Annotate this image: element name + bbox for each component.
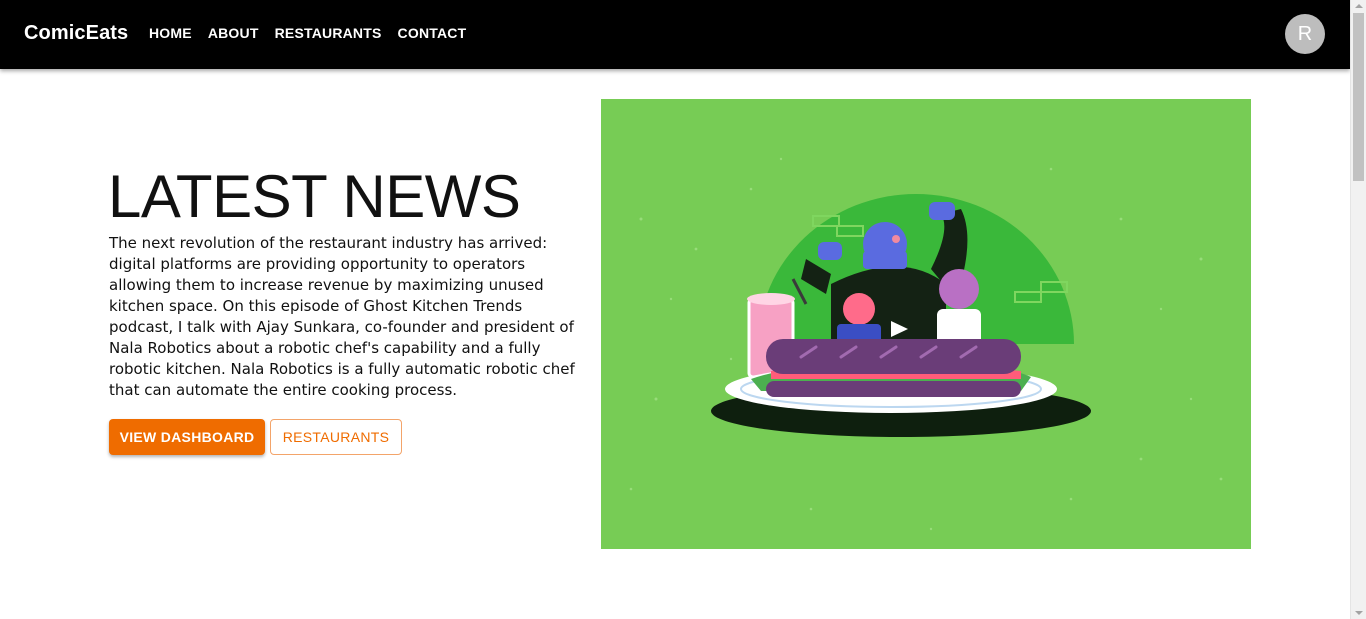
scroll-thumb[interactable] — [1353, 13, 1364, 181]
hero-illustration — [601, 99, 1251, 549]
view-dashboard-button[interactable]: VIEW DASHBOARD — [109, 419, 265, 455]
scroll-down-arrow-icon[interactable] — [1355, 611, 1363, 615]
nav-link-restaurants[interactable]: RESTAURANTS — [275, 25, 382, 41]
article-summary: The next revolution of the restaurant in… — [109, 234, 575, 399]
nav-link-home[interactable]: HOME — [149, 25, 192, 41]
nav-link-contact[interactable]: CONTACT — [398, 25, 467, 41]
main-nav: HOME ABOUT RESTAURANTS CONTACT — [149, 25, 482, 41]
scroll-up-arrow-icon[interactable] — [1355, 4, 1363, 8]
restaurants-button[interactable]: RESTAURANTS — [270, 419, 402, 455]
page-title: LATEST NEWS — [108, 163, 521, 230]
user-avatar[interactable]: R — [1285, 14, 1325, 54]
page-scrollbar[interactable] — [1350, 0, 1366, 619]
brand-logo[interactable]: ComicEats — [24, 22, 128, 45]
robot-chef-illustration — [629, 157, 1223, 531]
top-navbar: ComicEats HOME ABOUT RESTAURANTS CONTACT… — [0, 0, 1350, 69]
nav-link-about[interactable]: ABOUT — [208, 25, 259, 41]
